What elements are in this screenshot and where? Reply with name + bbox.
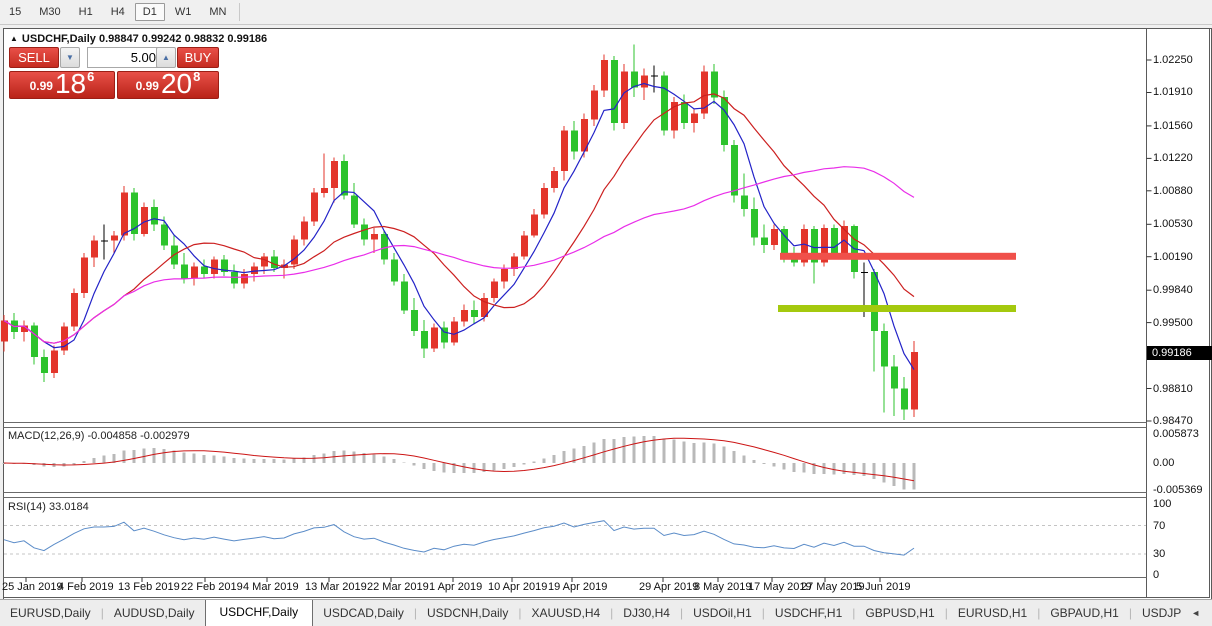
symbol-collapse-icon[interactable]: ▲ [10,34,18,43]
chart-window[interactable] [3,28,1212,600]
sell-price-box[interactable]: 0.99 18 6 [9,71,115,99]
indicator-axis-label: 0.00 [1153,457,1174,469]
volume-increase-icon[interactable]: ▲ [156,47,176,68]
price-axis-label: 1.02250 [1153,54,1193,66]
chart-tab-dj30-h4[interactable]: DJ30,H4 [613,602,680,624]
tab-scroll-left-icon[interactable]: ◄ [1191,608,1200,618]
price-axis-label: 1.00880 [1153,185,1193,197]
chart-symbol-label: USDCHF,Daily [22,33,96,45]
timeframe-button-15[interactable]: 15 [1,3,29,21]
chart-tab-usdcnh-daily[interactable]: USDCNH,Daily [417,602,518,624]
timeframe-button-h4[interactable]: H4 [103,3,133,21]
ask-pip-digit: 8 [193,69,200,84]
toolbar-separator [239,3,240,21]
chart-tab-usdchf-h1[interactable]: USDCHF,H1 [765,602,852,624]
indicator-axis-label: 100 [1153,498,1171,510]
current-price-tag: 0.99186 [1147,346,1212,360]
chart-title: ▲ USDCHF,Daily 0.98847 0.99242 0.98832 0.… [10,33,267,45]
chart-tab-gbpusd-h1[interactable]: GBPUSD,H1 [855,602,944,624]
date-axis-label: 13 Mar 2019 [305,581,367,593]
chart-tab-xauusd-h4[interactable]: XAUUSD,H4 [521,602,610,624]
chart-tab-usdjp[interactable]: USDJP [1132,602,1191,624]
date-axis-label: 29 Apr 2019 [639,581,698,593]
buy-button[interactable]: BUY [177,47,219,68]
date-axis-label: 10 Apr 2019 [488,581,547,593]
date-axis-label: 13 Feb 2019 [118,581,180,593]
chart-tab-usdchf-daily[interactable]: USDCHF,Daily [205,599,314,626]
date-axis-label: 4 Feb 2019 [58,581,114,593]
ask-big-digits: 20 [161,72,192,96]
price-axis-label: 1.01910 [1153,86,1193,98]
date-axis-label: 19 Apr 2019 [548,581,607,593]
volume-input[interactable] [87,47,163,68]
date-axis-label: 5 Jun 2019 [856,581,910,593]
chart-tab-eurusd-h1[interactable]: EURUSD,H1 [948,602,1037,624]
bid-big-digits: 18 [55,72,86,96]
chart-ohlc-values: 0.98847 0.99242 0.98832 0.99186 [99,33,267,45]
chart-tab-eurusd-daily[interactable]: EURUSD,Daily [0,602,101,624]
macd-label: MACD(12,26,9) -0.004858 -0.002979 [8,430,190,442]
chart-tab-usdcad-daily[interactable]: USDCAD,Daily [313,602,414,624]
rsi-label: RSI(14) 33.0184 [8,501,89,513]
indicator-axis-label: 70 [1153,520,1165,532]
ask-prefix: 0.99 [136,79,159,93]
date-axis-label: 4 Mar 2019 [243,581,299,593]
date-axis-label: 25 Jan 2019 [2,581,63,593]
date-axis-label: 22 Mar 2019 [367,581,429,593]
sell-button[interactable]: SELL [9,47,59,68]
price-axis-label: 0.99500 [1153,317,1193,329]
bid-pip-digit: 6 [87,69,94,84]
indicator-axis-label: 30 [1153,548,1165,560]
timeframe-button-m30[interactable]: M30 [31,3,68,21]
indicator-axis-label: 0.005873 [1153,428,1199,440]
timeframe-button-w1[interactable]: W1 [167,3,200,21]
timeframe-button-h1[interactable]: H1 [71,3,101,21]
indicator-axis-label: 0 [1153,569,1159,581]
timeframe-button-d1[interactable]: D1 [135,3,165,21]
indicator-axis-label: -0.005369 [1153,484,1203,496]
chart-tab-gbpaud-h1[interactable]: GBPAUD,H1 [1040,602,1128,624]
price-axis-label: 0.98810 [1153,383,1193,395]
price-axis-label: 1.00530 [1153,218,1193,230]
buy-price-box[interactable]: 0.99 20 8 [117,71,219,99]
bid-prefix: 0.99 [30,79,53,93]
price-axis-label: 0.98470 [1153,415,1193,427]
date-axis-label: 8 May 2019 [694,581,751,593]
price-axis-label: 1.01560 [1153,120,1193,132]
price-axis-label: 1.00190 [1153,251,1193,263]
date-axis-label: 22 Feb 2019 [181,581,243,593]
date-axis-label: 1 Apr 2019 [429,581,482,593]
timeframe-button-mn[interactable]: MN [201,3,234,21]
chart-tab-usdoil-h1[interactable]: USDOil,H1 [683,602,762,624]
chart-tab-audusd-daily[interactable]: AUDUSD,Daily [104,602,205,624]
price-axis-label: 1.01220 [1153,152,1193,164]
volume-decrease-icon[interactable]: ▼ [60,47,80,68]
chart-tab-bar: EURUSD,Daily|AUDUSD,DailyUSDCHF,DailyUSD… [0,599,1212,626]
price-axis-label: 0.99840 [1153,284,1193,296]
timeframe-toolbar: 15M30H1H4D1W1MN [0,0,1212,25]
